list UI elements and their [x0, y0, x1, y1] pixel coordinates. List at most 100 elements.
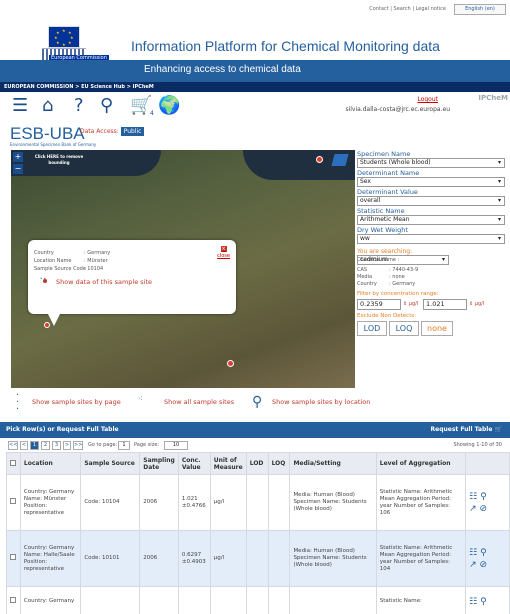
col-unit[interactable]: Unit of Measure [209, 452, 247, 475]
sample-site-icon[interactable]: • • [40, 276, 50, 286]
cell-location: Country: Germany [19, 586, 82, 614]
table-row[interactable]: Country: Germany Statistic Name: ☷ ⚲ [6, 586, 510, 614]
select-all-header[interactable] [6, 452, 21, 475]
last-page-button[interactable]: >> [73, 441, 83, 450]
show-all-sites-link[interactable]: Show all sample sites [164, 398, 234, 406]
first-page-button[interactable]: << [8, 441, 18, 450]
table-row[interactable]: Country: Germany Name: Münster Position:… [6, 474, 510, 531]
no-map-icon[interactable]: ⊘ [480, 560, 488, 570]
next-page-button[interactable]: > [63, 441, 71, 450]
cell-conc: 0.6297 ±0.4903 [177, 530, 211, 587]
top-links[interactable]: Contact | Search | Legal notice [369, 6, 446, 12]
home-icon[interactable]: ⌂ [42, 96, 53, 116]
table-bar-title: Pick Row(s) or Request Full Table [6, 426, 119, 433]
site-subtitle: Enhancing access to chemical data [144, 64, 301, 75]
request-full-table-button[interactable]: Request Full Table 🛒 [431, 422, 503, 438]
page-1-button[interactable]: 1 [30, 441, 39, 450]
col-sampling-date[interactable]: Sampling Date [139, 452, 179, 475]
search-location-icon[interactable]: ⚲ [252, 394, 262, 410]
close-icon[interactable]: × [220, 246, 227, 252]
determinant-value-select[interactable]: overall [357, 196, 505, 206]
zoom-out-button[interactable]: − [13, 164, 23, 174]
row-checkbox[interactable] [10, 554, 16, 560]
cell-date: 2006 [139, 530, 179, 587]
chemical-select[interactable]: cadmium ▾ [357, 255, 449, 265]
map-pin-icon[interactable]: ⚲ [480, 597, 487, 607]
goto-page-select[interactable]: 1 [118, 441, 130, 450]
loq-button[interactable]: LOQ [389, 321, 419, 336]
row-select[interactable] [6, 530, 21, 587]
col-location[interactable]: Location [19, 452, 82, 475]
list-sites-icon[interactable]: · · · [16, 391, 19, 415]
chart-icon[interactable]: ↗ [469, 560, 477, 570]
list-icon[interactable]: ☷ [469, 548, 477, 558]
cell-lod [245, 474, 269, 531]
cart-icon[interactable]: 🛒 [495, 426, 502, 433]
page-2-button[interactable]: 2 [41, 441, 50, 450]
globe-icon[interactable]: 🌍 [158, 96, 180, 116]
prev-page-button[interactable]: < [20, 441, 28, 450]
page-size-select[interactable]: 10 [164, 441, 188, 450]
zoom-in-button[interactable]: + [13, 152, 23, 162]
search-icon[interactable]: ⚲ [100, 96, 113, 116]
row-select[interactable] [6, 474, 21, 531]
statistic-select[interactable]: Arithmetic Mean [357, 215, 505, 225]
col-aggregation[interactable]: Level of Aggregation [375, 452, 467, 475]
source-title: ESB-UBA [10, 124, 85, 143]
popup-country-label: Country [34, 250, 54, 256]
show-site-data-link[interactable]: Show data of this sample site [56, 278, 152, 286]
col-loq[interactable]: LOQ [267, 452, 291, 475]
table-row[interactable]: Country: Germany Name: Halle/Saale Posit… [6, 530, 510, 587]
map-pin-icon[interactable]: ⚲ [480, 548, 487, 558]
row-actions: ☷ ⚲ ↗ ⊘ [465, 530, 510, 587]
cell-aggregation: Statistic Name: Arithmetic Mean Aggregat… [375, 530, 467, 587]
specimen-select[interactable]: Students (Whole blood) [357, 158, 505, 168]
row-select[interactable] [6, 586, 21, 614]
cell-unit: µg/l [209, 530, 247, 587]
max-concentration-input[interactable]: 1.021 [423, 299, 467, 310]
data-access: Data Access: Public [80, 127, 145, 136]
site-marker[interactable] [316, 156, 323, 163]
site-marker[interactable] [227, 360, 234, 367]
determinant-select[interactable]: Sex [357, 177, 505, 187]
weight-select[interactable]: ww [357, 234, 505, 244]
row-checkbox[interactable] [10, 498, 16, 504]
min-concentration-input[interactable]: 0.2359 [357, 299, 401, 310]
language-selector[interactable]: English (en) [454, 4, 506, 15]
media-value: : none [389, 274, 405, 280]
col-sample-source[interactable]: Sample Source [80, 452, 141, 475]
cas-value: : 7440-43-9 [389, 267, 419, 273]
list-icon[interactable]: ☷ [469, 492, 477, 502]
col-conc-value[interactable]: Conc. Value [177, 452, 211, 475]
show-by-page-link[interactable]: Show sample sites by page [32, 398, 121, 406]
non-detects-label: Exclude Non Detects: [357, 313, 417, 319]
close-label[interactable]: close [217, 253, 230, 259]
popup-close[interactable]: × close [217, 246, 230, 259]
row-checkbox[interactable] [10, 597, 16, 603]
cas-label: CAS [357, 267, 368, 273]
non-detects-options: LOD LOQ none [357, 321, 505, 337]
help-icon[interactable]: ? [74, 96, 84, 116]
cell-aggregation: Statistic Name: Arithmetic Mean Aggregat… [375, 474, 467, 531]
show-by-location-link[interactable]: Show sample sites by location [272, 398, 370, 406]
logout-link[interactable]: Logout [417, 96, 438, 103]
cell-lod [245, 530, 269, 587]
no-map-icon[interactable]: ⊘ [480, 504, 488, 514]
menu-icon[interactable]: ☰ [12, 96, 28, 116]
select-all-checkbox[interactable] [10, 459, 16, 466]
cell-conc [177, 586, 211, 614]
remove-bounding-tip[interactable]: Click HERE to remove bounding [33, 154, 85, 166]
page-3-button[interactable]: 3 [52, 441, 61, 450]
breadcrumb[interactable]: EUROPEAN COMMISSION > EU Science Hub > I… [0, 82, 510, 92]
lod-button[interactable]: LOD [357, 321, 387, 336]
none-button[interactable]: none [421, 321, 453, 336]
map-pin-icon[interactable]: ⚲ [480, 492, 487, 502]
chart-icon[interactable]: ↗ [469, 504, 477, 514]
all-sites-icon[interactable]: ⁖ [138, 394, 143, 403]
list-icon[interactable]: ☷ [469, 597, 477, 607]
request-full-label[interactable]: Request Full Table [431, 426, 493, 433]
col-media[interactable]: Media/Setting [289, 452, 377, 475]
cell-source: Code: 10104 [80, 474, 141, 531]
cell-unit: µg/l [209, 474, 247, 531]
col-lod[interactable]: LOD [245, 452, 269, 475]
